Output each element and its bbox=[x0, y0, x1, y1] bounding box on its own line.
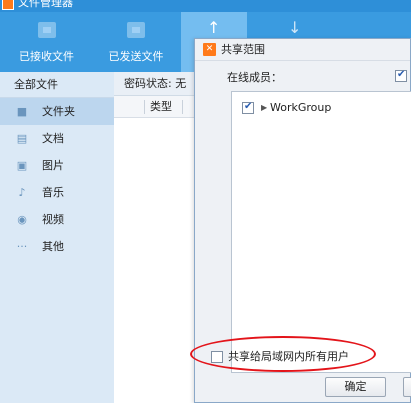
sidebar-item-other[interactable]: ··· 其他 bbox=[0, 233, 114, 260]
outbox-icon bbox=[127, 22, 145, 38]
highlight-annotation bbox=[190, 336, 376, 372]
ok-button[interactable]: 确定 bbox=[325, 377, 386, 397]
sidebar-item-document[interactable]: ▤ 文档 bbox=[0, 125, 114, 152]
window-title: 文件管理器 bbox=[18, 0, 73, 9]
sidebar-item-image[interactable]: ▣ 图片 bbox=[0, 152, 114, 179]
tree-item-label: WorkGroup bbox=[270, 101, 332, 114]
share-scope-dialog: ✕ 共享范围 在线成员： ▶ WorkGroup 共享给局域网内所有用户 确定 bbox=[190, 38, 411, 403]
cancel-button[interactable] bbox=[403, 377, 411, 397]
workgroup-checkbox[interactable] bbox=[242, 101, 254, 114]
document-icon: ▤ bbox=[16, 132, 28, 145]
app-logo-icon: ✕ bbox=[203, 43, 216, 56]
column-separator bbox=[144, 100, 145, 114]
column-separator bbox=[182, 100, 183, 114]
received-files-button[interactable]: 已接收文件 bbox=[0, 12, 93, 72]
app-logo-icon bbox=[2, 0, 14, 10]
dialog-title-bar: ✕ 共享范围 bbox=[195, 39, 410, 61]
sidebar-item-music[interactable]: ♪ 音乐 bbox=[0, 179, 114, 206]
title-bar: 文件管理器 bbox=[0, 0, 411, 12]
sidebar-item-label: 音乐 bbox=[42, 186, 64, 199]
received-files-label: 已接收文件 bbox=[19, 50, 74, 63]
sent-files-label: 已发送文件 bbox=[108, 50, 164, 63]
dialog-title: 共享范围 bbox=[221, 43, 265, 56]
sidebar: 全部文件 ■ 文件夹 ▤ 文档 ▣ 图片 ♪ 音乐 ◉ 视频 ··· 其他 bbox=[0, 72, 114, 403]
video-icon: ◉ bbox=[17, 213, 27, 226]
sidebar-item-video[interactable]: ◉ 视频 bbox=[0, 206, 114, 233]
inbox-icon bbox=[37, 22, 56, 38]
members-tree: ▶ WorkGroup bbox=[231, 91, 411, 373]
download-icon: ↓ bbox=[288, 18, 302, 37]
sidebar-item-label: 文档 bbox=[42, 132, 64, 145]
sidebar-item-label: 视频 bbox=[42, 213, 64, 226]
folder-icon: ■ bbox=[16, 105, 28, 118]
music-icon: ♪ bbox=[18, 186, 26, 199]
select-all-members-checkbox[interactable] bbox=[395, 69, 407, 82]
upload-icon: ↑ bbox=[207, 18, 221, 37]
sidebar-item-label: 图片 bbox=[42, 159, 64, 172]
expand-arrow-icon[interactable]: ▶ bbox=[261, 101, 267, 115]
online-members-label: 在线成员： bbox=[227, 71, 282, 84]
more-icon: ··· bbox=[16, 240, 28, 253]
sidebar-item-label: 文件夹 bbox=[42, 105, 75, 118]
image-icon: ▣ bbox=[16, 159, 28, 172]
sidebar-item-label: 其他 bbox=[42, 240, 64, 253]
sidebar-header[interactable]: 全部文件 bbox=[0, 72, 114, 98]
sent-files-button[interactable]: 已发送文件 bbox=[93, 12, 179, 72]
column-type[interactable]: 类型 bbox=[150, 96, 172, 118]
sidebar-item-folder[interactable]: ■ 文件夹 bbox=[0, 98, 114, 125]
